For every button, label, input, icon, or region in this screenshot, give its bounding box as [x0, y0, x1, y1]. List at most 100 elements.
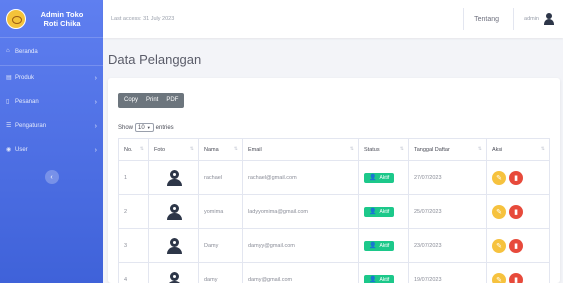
sidebar-item-label: Pengaturan [15, 123, 47, 129]
table-row: 3 Damy damyy@gmail.com 👤 Aktif 23/07/2023… [118, 228, 550, 263]
home-icon: ⌂ [6, 48, 10, 54]
entries-select[interactable]: 10 ▼ [135, 123, 154, 132]
cell-email: damyy@gmail.com [242, 228, 359, 263]
sort-icon: ⇅ [399, 146, 404, 152]
cell-aksi: ✎ ▮ [486, 194, 550, 229]
cell-no: 2 [118, 194, 149, 229]
cell-nama: damy [198, 262, 243, 283]
delete-button[interactable]: ▮ [509, 238, 523, 253]
chevron-left-icon: ‹ [50, 173, 53, 181]
edit-button[interactable]: ✎ [492, 204, 506, 219]
page-title: Data Pelanggan [108, 52, 202, 67]
sidebar-brand[interactable]: Admin Toko Roti Chika [0, 0, 103, 38]
topbar-divider [463, 8, 465, 30]
table-row: 2 yomima ladyyomima@gmail.com 👤 Aktif 25/… [118, 194, 550, 229]
table-header-row: No. ⇅ Foto ⇅ Nama ⇅ Email ⇅ Status ⇅ Tanggal … [118, 138, 550, 161]
customer-table: No. ⇅ Foto ⇅ Nama ⇅ Email ⇅ Status ⇅ Tanggal … [118, 138, 550, 283]
sort-icon: ⇅ [477, 146, 482, 152]
cell-status: 👤 Aktif [358, 194, 409, 229]
sidebar-item-beranda[interactable]: ⌂ Beranda [0, 38, 103, 66]
cell-status: 👤 Aktif [358, 160, 409, 195]
show-label: Show [118, 124, 134, 131]
status-label: Aktif [379, 208, 390, 215]
cell-nama: rachael [198, 160, 243, 195]
sort-icon: ⇅ [540, 146, 545, 152]
header-label: Email [248, 146, 262, 153]
user-avatar-icon [166, 271, 182, 283]
column-header-email[interactable]: Email ⇅ [242, 138, 359, 161]
column-header-nama[interactable]: Nama ⇅ [198, 138, 243, 161]
edit-icon: ✎ [496, 242, 502, 250]
status-label: Aktif [379, 174, 390, 181]
bakery-logo-icon [6, 8, 26, 29]
sidebar-item-user[interactable]: ◉ User › [0, 138, 103, 162]
status-label: Aktif [379, 242, 390, 249]
copy-button[interactable]: Copy [118, 93, 142, 108]
user-avatar-icon [166, 237, 182, 254]
cell-email: damy@gmail.com [242, 262, 359, 283]
sort-icon: ⇅ [139, 146, 144, 152]
trash-icon: ▮ [514, 208, 518, 216]
sidebar-item-label: Pesanan [15, 99, 39, 105]
print-button[interactable]: Print [142, 93, 162, 108]
show-entries-control: Show 10 ▼ entries [118, 123, 174, 132]
edit-icon: ✎ [496, 208, 502, 216]
user-check-icon: 👤 [369, 209, 377, 215]
sidebar-item-label: Produk [15, 75, 35, 81]
edit-icon: ✎ [496, 276, 502, 283]
last-access-text: Last access: 31 July 2023 [111, 16, 175, 22]
topbar-divider [513, 8, 515, 30]
edit-button[interactable]: ✎ [492, 272, 506, 283]
cell-nama: Damy [198, 228, 243, 263]
sort-icon: ⇅ [349, 146, 354, 152]
entries-label: entries [155, 124, 174, 131]
user-name[interactable]: admin [524, 16, 539, 22]
cell-tanggal: 25/07/2023 [408, 194, 487, 229]
chevron-right-icon: › [94, 98, 97, 106]
sidebar-item-label: User [15, 147, 28, 153]
chevron-right-icon: › [94, 74, 97, 82]
about-link[interactable]: Tentang [474, 16, 499, 23]
delete-button[interactable]: ▮ [509, 272, 523, 283]
cell-email: rachael@gmail.com [242, 160, 359, 195]
settings-icon: ☰ [6, 122, 12, 129]
table-row: 4 damy damy@gmail.com 👤 Aktif 19/07/2023 … [118, 262, 550, 283]
delete-button[interactable]: ▮ [509, 170, 523, 185]
header-label: Aksi [492, 146, 503, 153]
cell-no: 3 [118, 228, 149, 263]
user-check-icon: 👤 [369, 277, 377, 283]
edit-button[interactable]: ✎ [492, 238, 506, 253]
cell-foto [148, 160, 199, 195]
sidebar: Admin Toko Roti Chika ⌂ Beranda ▤ Produk… [0, 0, 103, 283]
customer-table-card: Copy Print PDF Show 10 ▼ entries No. ⇅ Fo… [108, 78, 560, 283]
status-active-button[interactable]: 👤 Aktif [364, 172, 395, 183]
edit-button[interactable]: ✎ [492, 170, 506, 185]
chevron-right-icon: › [94, 146, 97, 154]
cell-aksi: ✎ ▮ [486, 228, 550, 263]
box-icon: ▤ [6, 74, 12, 81]
sidebar-item-pesanan[interactable]: ▯ Pesanan › [0, 90, 103, 114]
status-active-button[interactable]: 👤 Aktif [364, 274, 395, 283]
cell-aksi: ✎ ▮ [486, 262, 550, 283]
pdf-button[interactable]: PDF [162, 93, 184, 108]
column-header-status[interactable]: Status ⇅ [358, 138, 409, 161]
sidebar-item-produk[interactable]: ▤ Produk › [0, 66, 103, 90]
column-header-aksi[interactable]: Aksi ⇅ [486, 138, 550, 161]
user-avatar-icon[interactable] [543, 13, 555, 25]
sidebar-toggle-button[interactable]: ‹ [44, 170, 59, 184]
column-header-no[interactable]: No. ⇅ [118, 138, 149, 161]
column-header-foto[interactable]: Foto ⇅ [148, 138, 199, 161]
export-button-group: Copy Print PDF [118, 93, 185, 108]
trash-icon: ▮ [514, 276, 518, 283]
delete-button[interactable]: ▮ [509, 204, 523, 219]
column-header-tanggal[interactable]: Tanggal Daftar ⇅ [408, 138, 487, 161]
user-check-icon: 👤 [369, 175, 377, 181]
cell-tanggal: 19/07/2023 [408, 262, 487, 283]
status-active-button[interactable]: 👤 Aktif [364, 240, 395, 251]
cell-nama: yomima [198, 194, 243, 229]
sort-icon: ⇅ [233, 146, 238, 152]
sidebar-item-pengaturan[interactable]: ☰ Pengaturan › [0, 114, 103, 138]
user-icon: ◉ [6, 146, 12, 153]
topbar: Last access: 31 July 2023 Tentang admin [103, 0, 563, 38]
status-active-button[interactable]: 👤 Aktif [364, 206, 395, 217]
